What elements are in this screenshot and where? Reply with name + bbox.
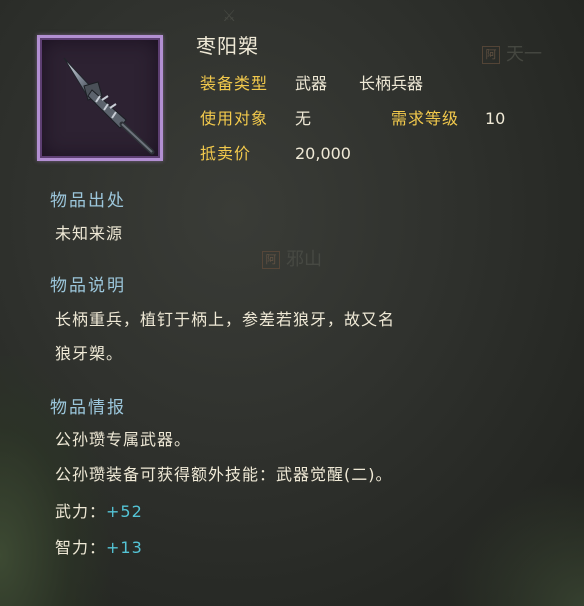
crossed-swords-icon: ⚔ <box>222 6 237 25</box>
target-value: 无 <box>295 109 312 128</box>
equip-subtype-value: 长柄兵器 <box>359 74 424 93</box>
map-seal-2: 阿 <box>262 251 280 269</box>
stat-label-intellect: 智力： <box>55 538 107 557</box>
map-seal-1: 阿 <box>482 46 500 64</box>
origin-title: 物品出处 <box>50 191 126 211</box>
sell-price-value: 20,000 <box>295 144 351 163</box>
equip-type-label: 装备类型 <box>200 74 269 93</box>
equip-type-row: 装备类型 <box>200 73 268 95</box>
map-place-name-2: 邪山 <box>286 249 322 270</box>
level-req-value: 10 <box>485 109 506 128</box>
stat-value-intellect: +13 <box>106 538 143 557</box>
intel-line-2: 公孙瓒装备可获得额外技能：武器觉醒(二)。 <box>55 465 393 484</box>
stat-row-force: 武力：+52 <box>55 497 143 527</box>
equip-type-value: 武器 <box>295 74 328 93</box>
map-place-label-1: 阿天一 <box>482 40 542 66</box>
stat-row-intellect: 智力：+13 <box>55 533 143 563</box>
intel-line-1: 公孙瓒专属武器。 <box>55 430 192 449</box>
item-name: 枣阳槊 <box>196 34 259 58</box>
stat-label-force: 武力： <box>55 502 107 521</box>
description-title: 物品说明 <box>50 276 126 296</box>
description-line-2: 狼牙槊。 <box>55 344 124 363</box>
spear-icon <box>63 57 155 155</box>
stat-value-force: +52 <box>106 502 143 521</box>
level-req-label: 需求等级 <box>391 109 460 128</box>
item-icon-frame <box>37 35 163 161</box>
target-label: 使用对象 <box>200 109 269 128</box>
map-place-name-1: 天一 <box>506 44 542 65</box>
origin-text: 未知来源 <box>55 224 124 243</box>
map-place-label-2: 阿邪山 <box>262 245 322 271</box>
sell-price-label: 抵卖价 <box>200 144 252 163</box>
intel-title: 物品情报 <box>50 398 126 418</box>
description-line-1: 长柄重兵，植钉于柄上，参差若狼牙，故又名 <box>55 310 396 329</box>
terrain-decoration-right <box>444 476 584 606</box>
